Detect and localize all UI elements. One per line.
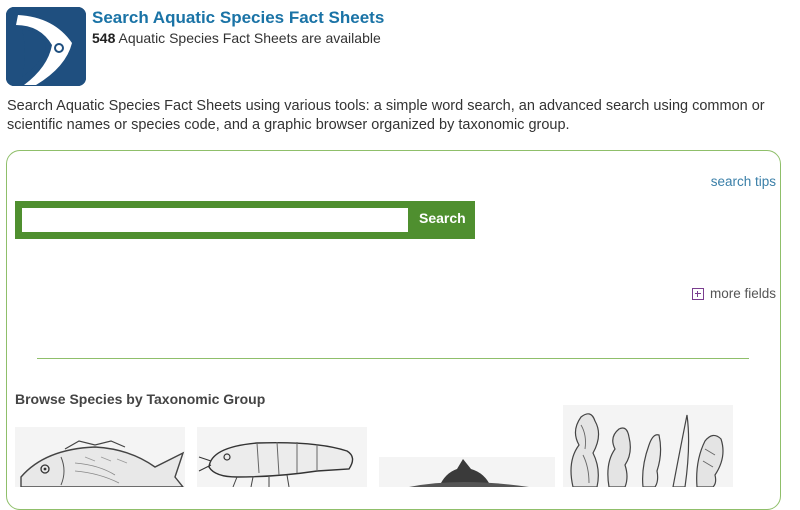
browse-group-mammal[interactable] bbox=[379, 457, 555, 487]
search-input[interactable] bbox=[22, 208, 408, 232]
fish-icon bbox=[15, 427, 185, 487]
browse-group-crustacean[interactable] bbox=[197, 427, 367, 487]
count-number: 548 bbox=[92, 30, 116, 46]
search-panel: search tips Search more fields Browse Sp… bbox=[6, 150, 781, 510]
species-count: 548 Aquatic Species Fact Sheets are avai… bbox=[92, 30, 381, 46]
more-fields-label: more fields bbox=[709, 286, 776, 301]
browse-heading: Browse Species by Taxonomic Group bbox=[15, 391, 266, 407]
seaweed-icon bbox=[563, 405, 733, 487]
count-text: Aquatic Species Fact Sheets are availabl… bbox=[118, 30, 381, 46]
fish-logo-icon bbox=[6, 7, 86, 86]
browse-group-fish[interactable] bbox=[15, 427, 185, 487]
dolphin-icon bbox=[379, 457, 555, 487]
search-bar: Search bbox=[15, 201, 475, 239]
browse-group-plant[interactable] bbox=[563, 405, 733, 487]
plus-box-icon bbox=[691, 287, 704, 300]
page-title: Search Aquatic Species Fact Sheets bbox=[92, 8, 385, 27]
more-fields-toggle[interactable]: more fields bbox=[691, 286, 776, 301]
divider bbox=[37, 358, 749, 359]
shrimp-icon bbox=[197, 427, 367, 487]
intro-text: Search Aquatic Species Fact Sheets using… bbox=[7, 98, 765, 133]
search-button[interactable]: Search bbox=[413, 206, 469, 230]
search-tips-link[interactable]: search tips bbox=[711, 174, 776, 189]
